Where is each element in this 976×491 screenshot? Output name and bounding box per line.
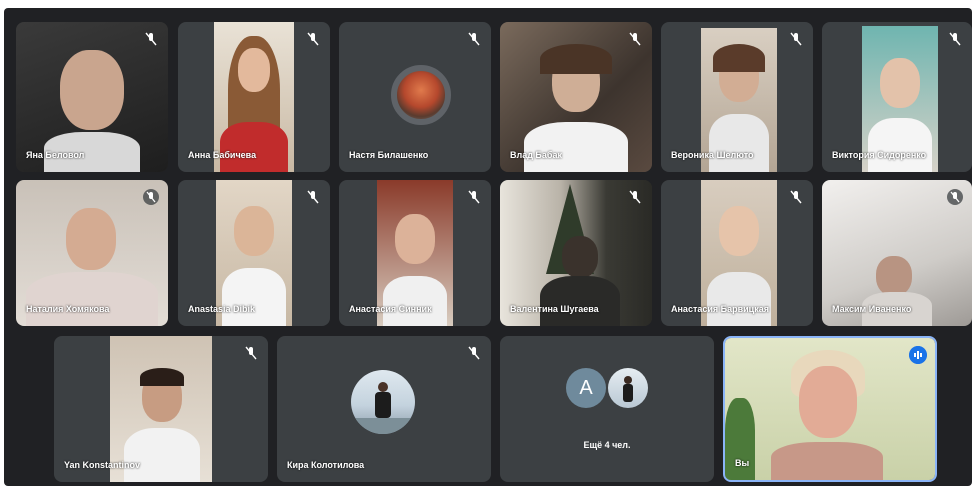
participant-name: Наталия Хомякова [26,304,110,314]
participant-tile[interactable]: Влад Бабак [500,22,652,172]
participant-tile[interactable]: Yan Konstantinov [54,336,268,482]
mic-off-icon [143,189,159,205]
participant-tile[interactable]: Валентина Шугаева [500,180,652,326]
mic-off-icon [468,32,480,46]
self-tile[interactable]: Вы [723,336,937,482]
participant-tile[interactable]: Anastasia Dibik [178,180,330,326]
participant-name: Настя Билашенко [349,150,429,160]
participant-name: Влад Бабак [510,150,562,160]
mic-off-icon [949,32,961,46]
participant-name: Максим Иваненко [832,304,912,314]
participant-tile[interactable]: Анастасия Барвицкая [661,180,813,326]
mic-off-icon [947,189,963,205]
participant-tile[interactable]: Анастасия Синник [339,180,491,326]
mic-off-icon [245,346,257,360]
participant-name: Кира Колотилова [287,460,365,470]
participant-tile[interactable]: Максим Иваненко [822,180,972,326]
participant-name: Анастасия Барвицкая [671,304,769,314]
more-participants-tile[interactable]: A Ещё 4 чел. [500,336,714,482]
mic-off-icon [790,190,802,204]
participant-name: Валентина Шугаева [510,304,599,314]
avatar [391,65,451,125]
participant-name: Яна Беловол [26,150,85,160]
participant-name: Yan Konstantinov [64,460,141,470]
mic-off-icon [307,190,319,204]
participant-tile[interactable]: Анна Бабичева [178,22,330,172]
mic-off-icon [629,32,641,46]
mic-off-icon [468,346,480,360]
avatar [608,368,648,408]
mic-off-icon [307,32,319,46]
avatar: A [566,368,606,408]
avatar [351,370,415,434]
participant-tile[interactable]: Наталия Хомякова [16,180,168,326]
participant-name: Виктория Сидоренко [832,150,927,160]
more-participants-label: Ещё 4 чел. [583,440,631,450]
audio-level-icon [909,346,927,364]
participant-name: Анна Бабичева [188,150,257,160]
participant-tile[interactable]: Яна Беловол [16,22,168,172]
mic-off-icon [145,32,157,46]
meeting-grid: Яна Беловол Анна Бабичева Настя Билашенк… [4,8,972,486]
mic-off-icon [629,190,641,204]
participant-tile[interactable]: Настя Билашенко [339,22,491,172]
participant-name: Вероника Шелюто [671,150,754,160]
participant-name: Анастасия Синник [349,304,432,314]
self-video [725,338,935,480]
mic-off-icon [468,190,480,204]
participant-name: Anastasia Dibik [188,304,256,314]
participant-tile[interactable]: Вероника Шелюто [661,22,813,172]
participant-tile[interactable]: Кира Колотилова [277,336,491,482]
participant-tile[interactable]: Виктория Сидоренко [822,22,972,172]
participant-name: Вы [735,458,750,468]
mic-off-icon [790,32,802,46]
